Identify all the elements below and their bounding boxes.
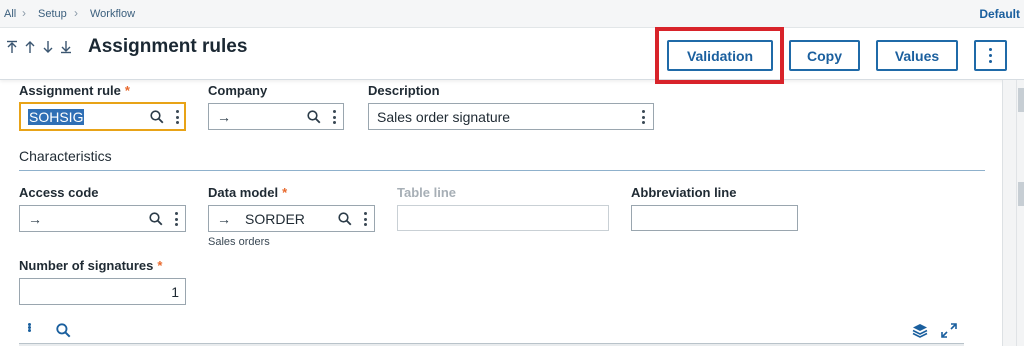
description-field[interactable]: Sales order signature <box>368 103 654 130</box>
arrow-right-icon: → <box>217 210 231 227</box>
table-line-label: Table line <box>397 185 456 200</box>
next-record-icon[interactable] <box>40 38 56 56</box>
chevron-right-icon: › <box>74 6 78 20</box>
vertical-dots-icon[interactable] <box>173 212 179 226</box>
search-icon[interactable] <box>150 110 164 124</box>
assignment-rule-label: Assignment rule * <box>19 83 130 98</box>
vertical-dots-icon[interactable] <box>28 323 34 337</box>
abbreviation-line-field[interactable] <box>631 205 798 231</box>
rail-tab[interactable] <box>1018 182 1024 206</box>
table-line-field <box>397 205 609 231</box>
number-of-signatures-value: 1 <box>171 283 179 300</box>
breadcrumb-workflow[interactable]: Workflow <box>90 8 135 20</box>
last-record-icon[interactable] <box>58 38 74 56</box>
arrow-right-icon: → <box>217 108 231 125</box>
vertical-dots-icon[interactable] <box>174 110 180 124</box>
right-panel-rail <box>1002 80 1024 346</box>
section-divider <box>19 170 985 171</box>
rail-tab[interactable] <box>1018 88 1024 112</box>
number-of-signatures-label: Number of signatures * <box>19 258 163 273</box>
validation-button[interactable]: Validation <box>667 40 773 71</box>
breadcrumb-setup[interactable]: Setup <box>38 8 67 20</box>
vertical-dots-icon[interactable] <box>362 212 368 226</box>
page-title: Assignment rules <box>88 36 248 57</box>
vertical-dots-icon <box>989 48 992 63</box>
rail-divider <box>1016 80 1017 346</box>
search-icon[interactable] <box>149 212 163 226</box>
description-value: Sales order signature <box>377 108 511 125</box>
assignment-rule-field[interactable]: SOHSIG <box>19 102 186 131</box>
data-model-field[interactable]: → SORDER <box>208 205 375 232</box>
search-icon[interactable] <box>56 323 71 338</box>
characteristics-heading: Characteristics <box>19 148 112 164</box>
company-label: Company <box>208 83 268 98</box>
chevron-right-icon: › <box>22 6 26 20</box>
more-actions-button[interactable] <box>974 40 1007 71</box>
default-link[interactable]: Default <box>979 7 1020 21</box>
vertical-dots-icon[interactable] <box>331 110 337 124</box>
first-record-icon[interactable] <box>4 38 20 56</box>
layers-icon[interactable] <box>912 323 928 338</box>
assignment-rule-value: SOHSIG <box>28 108 85 125</box>
company-field[interactable]: → <box>208 103 344 130</box>
grid-toolbar <box>19 318 964 346</box>
number-of-signatures-field[interactable]: 1 <box>19 278 186 305</box>
access-code-field[interactable]: → <box>19 205 186 232</box>
data-model-label: Data model * <box>208 185 288 200</box>
vertical-dots-icon[interactable] <box>640 110 646 124</box>
data-model-value: SORDER <box>245 210 305 227</box>
search-icon[interactable] <box>307 110 321 124</box>
values-button[interactable]: Values <box>876 40 958 71</box>
copy-button[interactable]: Copy <box>789 40 860 71</box>
breadcrumb-all[interactable]: All <box>4 8 16 20</box>
page-header: Assignment rules Validation Copy Values <box>0 28 1024 80</box>
previous-record-icon[interactable] <box>22 38 38 56</box>
expand-icon[interactable] <box>941 323 957 338</box>
breadcrumb-bar: All › Setup › Workflow Default <box>0 0 1024 28</box>
access-code-label: Access code <box>19 185 99 200</box>
description-label: Description <box>368 83 440 98</box>
arrow-right-icon: → <box>28 210 42 227</box>
data-model-description: Sales orders <box>208 236 270 248</box>
abbreviation-line-label: Abbreviation line <box>631 185 737 200</box>
search-icon[interactable] <box>338 212 352 226</box>
